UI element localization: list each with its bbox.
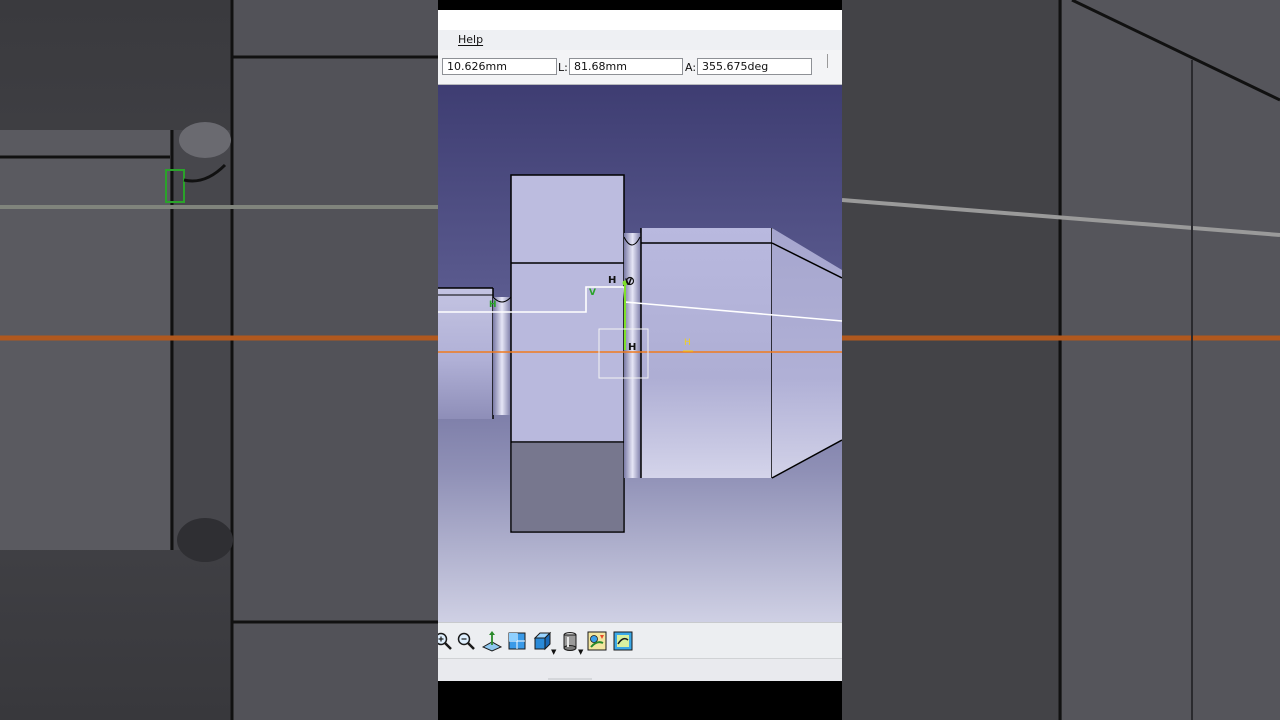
- h-constraint-left[interactable]: H: [489, 300, 497, 310]
- normal-view-icon[interactable]: [481, 630, 503, 652]
- status-indicator: [548, 678, 592, 680]
- zoom-out-icon[interactable]: [455, 630, 477, 652]
- toolbar-separator: [827, 54, 828, 68]
- backdrop-right-drawing: [842, 0, 1280, 720]
- zoom-in-icon[interactable]: [438, 630, 454, 652]
- 3d-viewport[interactable]: H V V H H H: [438, 85, 842, 622]
- left-shaft[interactable]: [438, 288, 493, 419]
- angle-label: A:: [685, 61, 697, 74]
- menu-help[interactable]: Help: [458, 33, 483, 46]
- view-toolbar: ▼ ▼: [438, 622, 842, 659]
- angle-field[interactable]: [697, 58, 812, 75]
- title-bar: [438, 10, 842, 30]
- status-bar: [438, 658, 842, 681]
- view-mode-dropdown-icon[interactable]: ▼: [578, 648, 583, 656]
- h-constraint-yellow[interactable]: H: [684, 338, 691, 348]
- hide-show-icon[interactable]: [586, 630, 608, 652]
- first-value-field[interactable]: [442, 58, 557, 75]
- iso-view-dropdown-icon[interactable]: ▼: [551, 648, 556, 656]
- sketch-tools-palette: L: A:: [438, 50, 842, 85]
- h-constraint-top[interactable]: H: [608, 275, 616, 286]
- blurred-backdrop-left: [0, 0, 438, 720]
- cone-section[interactable]: [772, 228, 842, 478]
- length-field[interactable]: [569, 58, 683, 75]
- length-label: L:: [558, 61, 568, 74]
- blurred-backdrop-right: [842, 0, 1280, 720]
- v-constraint-left[interactable]: V: [589, 288, 596, 298]
- swap-space-icon[interactable]: [612, 630, 634, 652]
- catia-app-window: Help L: A:: [438, 0, 842, 720]
- h-constraint-mid[interactable]: H: [628, 342, 636, 353]
- sketch-canvas[interactable]: H V V H H H: [438, 85, 842, 622]
- right-cylinder[interactable]: [641, 228, 772, 478]
- v-constraint-top[interactable]: V: [625, 278, 632, 288]
- quick-view-icon[interactable]: [506, 630, 528, 652]
- menu-bar: Help: [438, 30, 842, 50]
- right-groove[interactable]: [624, 233, 641, 478]
- backdrop-left-drawing: [0, 0, 438, 720]
- left-groove[interactable]: [493, 297, 511, 415]
